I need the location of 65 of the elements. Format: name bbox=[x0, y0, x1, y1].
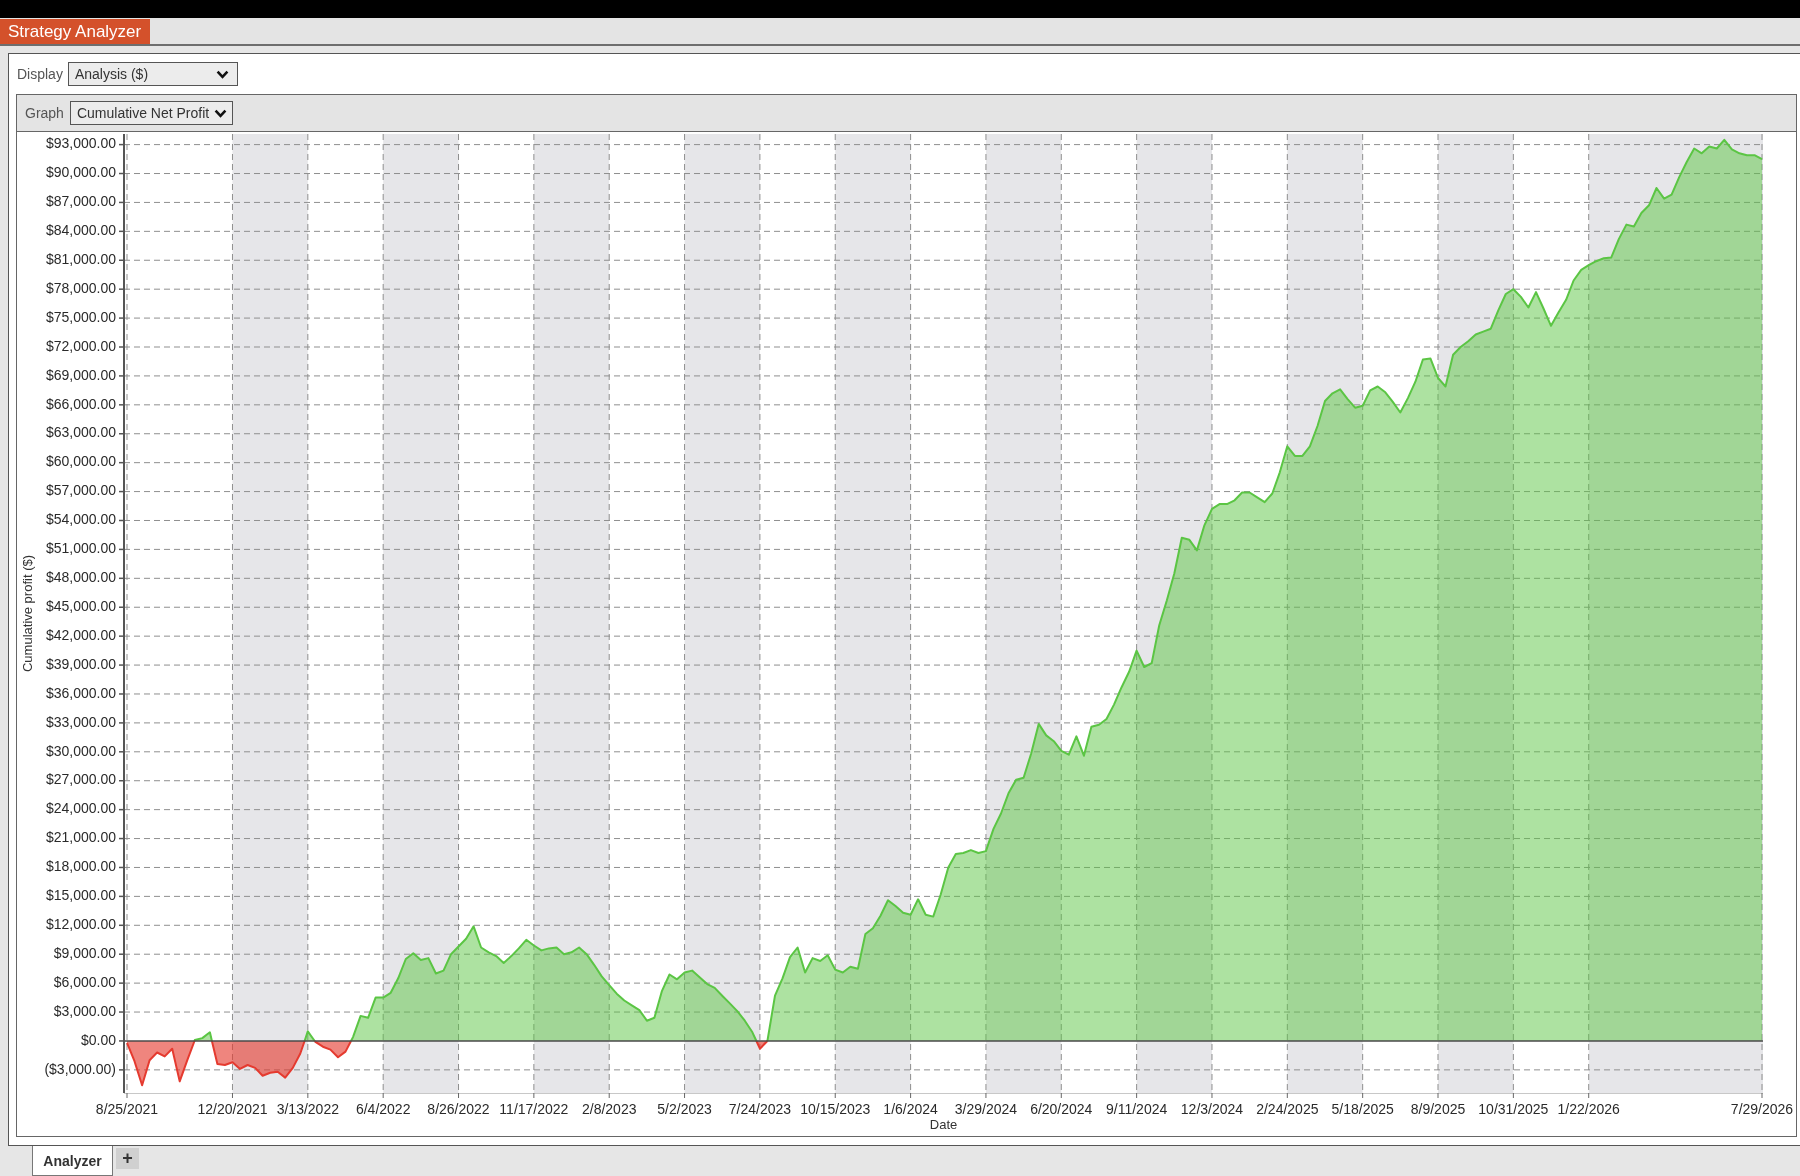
y-tick-label: $48,000.00 bbox=[45, 569, 116, 585]
display-dropdown[interactable]: Analysis ($) bbox=[67, 62, 238, 86]
x-tick-label: 9/11/2024 bbox=[1106, 1100, 1168, 1117]
graph-label: Graph bbox=[25, 105, 64, 121]
y-tick-label: $27,000.00 bbox=[45, 771, 116, 788]
x-tick-label: 2/24/2025 bbox=[1256, 1100, 1319, 1117]
y-tick-label: $72,000.00 bbox=[45, 337, 116, 354]
x-tick-label: 7/24/2023 bbox=[728, 1100, 792, 1117]
y-tick-label: $93,000.00 bbox=[45, 135, 116, 152]
x-tick-label: 3/13/2022 bbox=[276, 1100, 339, 1117]
y-tick-label: ($3,000.00) bbox=[44, 1060, 116, 1077]
y-tick-label: $81,000.00 bbox=[45, 250, 116, 267]
x-tick-label: 2/8/2023 bbox=[581, 1100, 637, 1117]
y-tick-label: $87,000.00 bbox=[45, 193, 116, 210]
y-tick-label: $12,000.00 bbox=[45, 916, 116, 932]
y-tick-label: $18,000.00 bbox=[45, 858, 116, 875]
y-tick-label: $66,000.00 bbox=[45, 395, 116, 412]
x-tick-label: 8/9/2025 bbox=[1410, 1100, 1466, 1117]
y-tick-label: $9,000.00 bbox=[53, 944, 116, 961]
y-tick-label: $24,000.00 bbox=[45, 800, 116, 817]
y-tick-label: $0.00 bbox=[80, 1031, 116, 1048]
chevron-down-icon bbox=[215, 69, 229, 79]
x-tick-label: 1/22/2026 bbox=[1557, 1100, 1620, 1117]
window-title-tab[interactable]: Strategy Analyzer bbox=[0, 19, 151, 44]
y-tick-label: $78,000.00 bbox=[45, 279, 116, 296]
y-tick-label: $60,000.00 bbox=[45, 453, 116, 470]
x-tick-label: 8/26/2022 bbox=[427, 1100, 490, 1117]
y-tick-label: $42,000.00 bbox=[45, 626, 116, 643]
y-tick-label: $75,000.00 bbox=[45, 308, 116, 325]
x-tick-label: 6/20/2024 bbox=[1030, 1100, 1093, 1117]
y-tick-label: $36,000.00 bbox=[45, 684, 116, 701]
y-tick-label: $39,000.00 bbox=[45, 655, 116, 672]
y-tick-label: $84,000.00 bbox=[45, 222, 116, 239]
y-tick-label: $69,000.00 bbox=[45, 366, 116, 383]
x-tick-label: 11/17/2022 bbox=[499, 1100, 569, 1117]
x-tick-label: 1/6/2024 bbox=[883, 1100, 938, 1117]
x-tick-label: 10/31/2025 bbox=[1478, 1100, 1549, 1117]
y-tick-label: $51,000.00 bbox=[45, 540, 116, 557]
y-tick-label: $15,000.00 bbox=[45, 887, 116, 904]
add-tab-button[interactable]: + bbox=[116, 1148, 139, 1169]
x-tick-label: 7/29/2026 bbox=[1730, 1100, 1794, 1117]
x-tick-label: 12/20/2021 bbox=[197, 1100, 268, 1117]
y-tick-label: $57,000.00 bbox=[45, 482, 116, 499]
x-tick-label: 3/29/2024 bbox=[954, 1100, 1018, 1117]
y-tick-label: $54,000.00 bbox=[45, 511, 116, 528]
graph-dropdown[interactable]: Cumulative Net Profit bbox=[69, 101, 233, 125]
y-tick-label: $6,000.00 bbox=[53, 973, 116, 990]
x-tick-label: 8/25/2021 bbox=[95, 1100, 159, 1117]
y-tick-label: $33,000.00 bbox=[45, 713, 116, 730]
x-axis-title: Date bbox=[929, 1117, 958, 1133]
y-tick-label: $3,000.00 bbox=[53, 1002, 116, 1019]
analyzer-tab[interactable]: Analyzer bbox=[32, 1146, 113, 1176]
y-tick-label: $45,000.00 bbox=[45, 597, 116, 614]
y-tick-label: $90,000.00 bbox=[45, 164, 116, 181]
y-tick-label: $63,000.00 bbox=[45, 424, 116, 441]
display-label: Display bbox=[17, 66, 63, 82]
x-tick-label: 5/18/2025 bbox=[1331, 1100, 1394, 1117]
x-tick-label: 12/3/2024 bbox=[1180, 1100, 1244, 1117]
x-tick-label: 6/4/2022 bbox=[355, 1100, 411, 1117]
chevron-down-icon bbox=[213, 108, 227, 118]
y-tick-label: $30,000.00 bbox=[45, 742, 116, 759]
y-tick-label: $21,000.00 bbox=[45, 829, 116, 846]
x-tick-label: 5/2/2023 bbox=[657, 1100, 712, 1117]
x-tick-label: 10/15/2023 bbox=[800, 1100, 871, 1117]
y-axis-title: Cumulative profit ($) bbox=[20, 555, 36, 672]
